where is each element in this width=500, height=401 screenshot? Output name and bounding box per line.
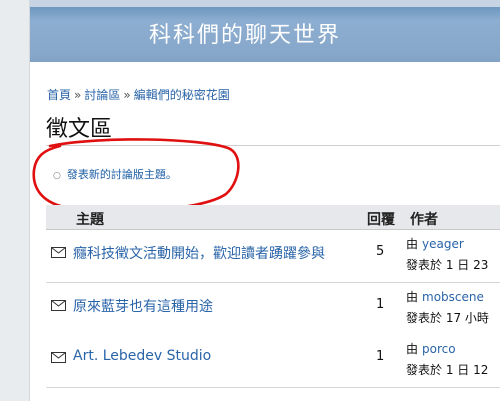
author-line: 由 yeager [406, 235, 464, 252]
site-title: 科科們的聊天世界 [148, 23, 341, 48]
author-link[interactable]: porco [422, 342, 456, 356]
column-header-topic[interactable]: 主題 [76, 209, 104, 229]
table-row: 原來藍芽也有這種用途 1 由 mobscene 發表於 17 小時 [46, 283, 500, 336]
table-row: 癮科技徵文活動開始，歡迎讀者踴躍參與 5 由 yeager 發表於 1 日 23 [46, 230, 500, 283]
author-link[interactable]: mobscene [422, 290, 484, 304]
reply-count: 1 [376, 349, 385, 364]
posted-time: 發表於 17 小時 [406, 311, 489, 325]
topic-link[interactable]: 原來藍芽也有這種用途 [73, 296, 213, 316]
column-header-author[interactable]: 作者 [410, 209, 438, 229]
author-link[interactable]: yeager [422, 237, 464, 251]
posted-time: 發表於 1 日 12 [406, 363, 489, 377]
envelope-icon [51, 352, 66, 363]
topic-link[interactable]: Art. Lebedev Studio [73, 348, 211, 364]
breadcrumb-garden[interactable]: 編輯們的秘密花園 [134, 88, 230, 102]
author-line: 由 porco [406, 340, 456, 357]
site-header-banner: 科科們的聊天世界 [30, 0, 500, 62]
by-label: 由 [406, 290, 419, 304]
envelope-icon [51, 247, 66, 258]
author-line: 由 mobscene [406, 288, 484, 305]
breadcrumb-home[interactable]: 首頁 [47, 88, 71, 102]
left-margin-strip [0, 0, 30, 401]
breadcrumb: 首頁» 討論區» 編輯們的秘密花園 [47, 86, 230, 103]
breadcrumb-separator: » [74, 88, 82, 102]
breadcrumb-forum[interactable]: 討論區 [84, 88, 120, 102]
reply-count: 1 [376, 297, 385, 312]
by-label: 由 [406, 342, 419, 356]
envelope-icon [51, 300, 66, 311]
reply-count: 5 [376, 244, 385, 259]
topic-link[interactable]: 癮科技徵文活動開始，歡迎讀者踴躍參與 [73, 243, 325, 263]
breadcrumb-separator: » [123, 88, 131, 102]
posted-time: 發表於 1 日 23 [406, 258, 489, 272]
table-row: Art. Lebedev Studio 1 由 porco 發表於 1 日 12 [46, 335, 500, 388]
topics-table-header: 主題 回覆 作者 [46, 205, 500, 230]
by-label: 由 [406, 237, 419, 251]
column-header-replies[interactable]: 回覆 [367, 209, 395, 229]
